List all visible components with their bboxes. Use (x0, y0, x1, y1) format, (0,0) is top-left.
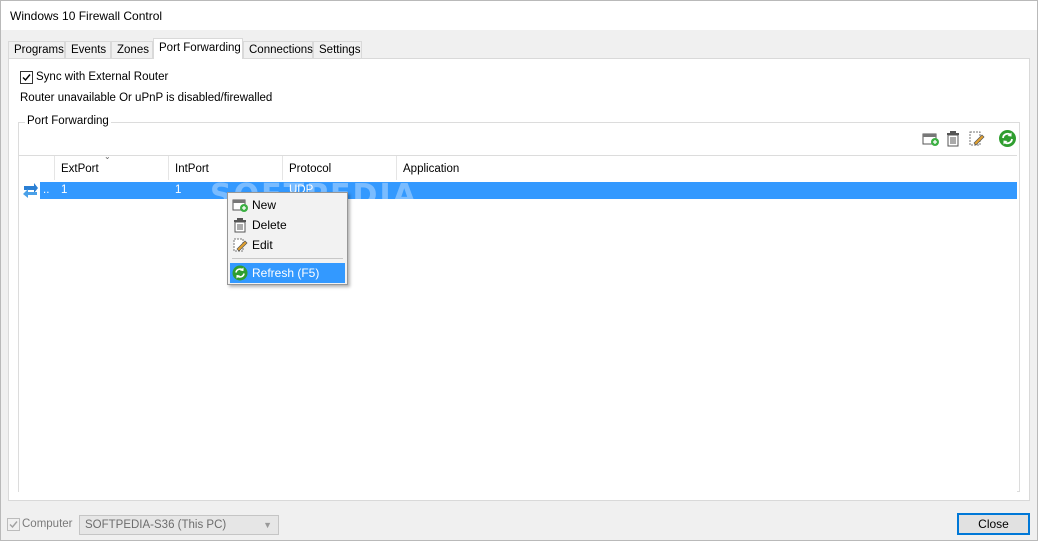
chevron-down-icon: ▼ (263, 520, 272, 530)
delete-icon (234, 218, 246, 233)
refresh-icon (232, 265, 248, 281)
sync-router-label: Sync with External Router (36, 71, 169, 83)
port-forwarding-panel: Sync with External Router Router unavail… (8, 58, 1030, 501)
add-rule-icon[interactable] (922, 130, 939, 147)
tab-port-forwarding[interactable]: Port Forwarding (153, 38, 243, 59)
check-mark-icon (22, 74, 31, 82)
group-title: Port Forwarding (25, 115, 111, 127)
window-title: Windows 10 Firewall Control (10, 9, 163, 23)
list-header: ⌄ ExtPort IntPort Protocol Application (19, 152, 1017, 180)
computer-select[interactable]: SOFTPEDIA-S36 (This PC) ▼ (79, 515, 279, 535)
footer-bar: Computer SOFTPEDIA-S36 (This PC) ▼ Close (0, 506, 1038, 541)
router-status-text: Router unavailable Or uPnP is disabled/f… (20, 92, 273, 104)
delete-icon[interactable] (945, 130, 962, 147)
tab-programs[interactable]: Programs (8, 41, 65, 58)
menu-item-new[interactable]: New (230, 195, 345, 215)
check-mark-icon (9, 521, 18, 529)
edit-icon[interactable] (968, 130, 985, 147)
cell-intport: 1 (175, 184, 182, 196)
port-forward-rule-icon (23, 183, 38, 198)
sort-chevron-icon: ⌄ (104, 152, 111, 161)
sync-router-checkbox[interactable] (20, 71, 33, 84)
column-header-protocol[interactable]: Protocol (283, 156, 397, 180)
column-header-extport[interactable]: ⌄ ExtPort (55, 152, 169, 180)
title-bar: Windows 10 Firewall Control (1, 1, 1037, 30)
cell-extport: 1 (61, 184, 68, 196)
port-forwarding-list[interactable]: ⌄ ExtPort IntPort Protocol Application .… (19, 152, 1017, 492)
computer-label: Computer (22, 518, 73, 530)
context-menu: New Delete Edit Refresh (F5) (227, 192, 348, 285)
menu-item-edit[interactable]: Edit (230, 235, 345, 255)
menu-separator (232, 258, 343, 259)
close-button[interactable]: Close (957, 513, 1030, 535)
tab-zones[interactable]: Zones (111, 41, 153, 58)
edit-icon (233, 238, 248, 252)
add-rule-icon (232, 199, 248, 212)
port-forwarding-group: Port Forwarding ⌄ ExtPort IntPort Protoc… (18, 115, 1020, 492)
tab-settings[interactable]: Settings (313, 41, 362, 58)
column-header-icon[interactable] (19, 156, 55, 180)
computer-checkbox[interactable] (7, 518, 20, 531)
cell-first: .. (43, 184, 50, 196)
column-header-application[interactable]: Application (397, 156, 1017, 180)
refresh-icon[interactable] (998, 129, 1017, 148)
table-row[interactable]: .. 1 1 UDP (40, 182, 1017, 199)
column-header-intport[interactable]: IntPort (169, 156, 283, 180)
menu-item-delete[interactable]: Delete (230, 215, 345, 235)
menu-item-refresh[interactable]: Refresh (F5) (230, 263, 345, 283)
tab-connections[interactable]: Connections (243, 41, 313, 58)
tab-events[interactable]: Events (65, 41, 111, 58)
